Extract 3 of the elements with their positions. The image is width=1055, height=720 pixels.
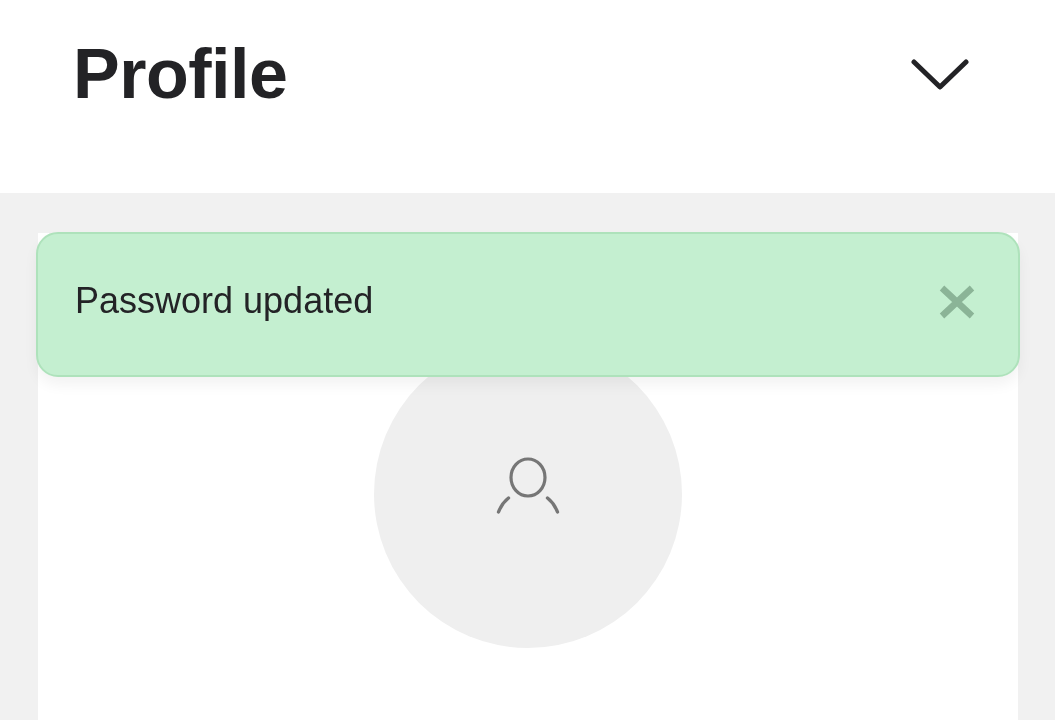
page-title: Profile [73, 39, 288, 109]
chevron-down-icon[interactable] [911, 58, 969, 90]
toast-message: Password updated [75, 278, 374, 323]
